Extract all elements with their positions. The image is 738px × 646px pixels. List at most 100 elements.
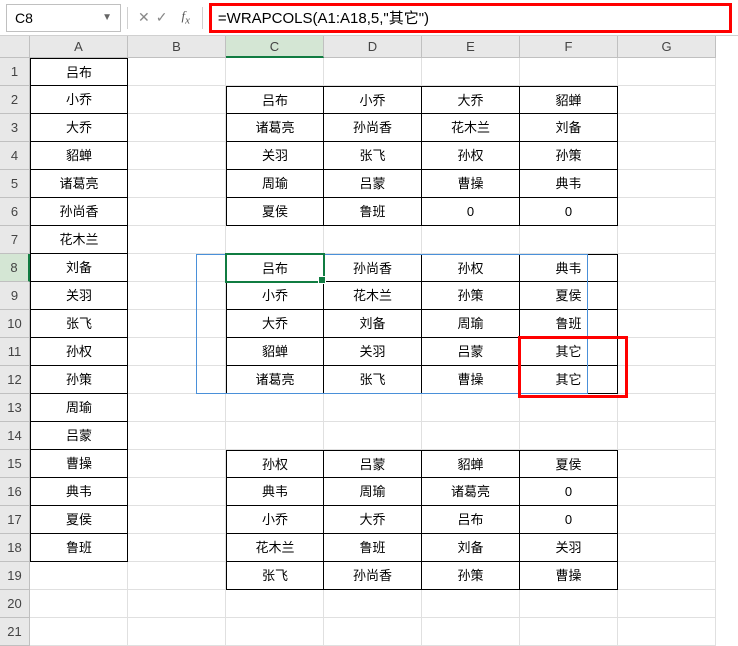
cell-F19[interactable]: 曹操: [520, 562, 618, 590]
cell-C18[interactable]: 花木兰: [226, 534, 324, 562]
cell-A1[interactable]: 吕布: [30, 58, 128, 86]
cell-F16[interactable]: 0: [520, 478, 618, 506]
row-header-4[interactable]: 4: [0, 142, 30, 170]
cell-E4[interactable]: 孙权: [422, 142, 520, 170]
cell-B11[interactable]: [128, 338, 226, 366]
cell-B20[interactable]: [128, 590, 226, 618]
cell-G15[interactable]: [618, 450, 716, 478]
cell-F9[interactable]: 夏侯: [520, 282, 618, 310]
cell-D17[interactable]: 大乔: [324, 506, 422, 534]
row-header-20[interactable]: 20: [0, 590, 30, 618]
cell-A16[interactable]: 典韦: [30, 478, 128, 506]
cell-A18[interactable]: 鲁班: [30, 534, 128, 562]
row-header-8[interactable]: 8: [0, 254, 30, 282]
cell-G12[interactable]: [618, 366, 716, 394]
cell-C5[interactable]: 周瑜: [226, 170, 324, 198]
accept-icon[interactable]: ✓: [156, 9, 168, 26]
column-header-D[interactable]: D: [324, 36, 422, 58]
cell-F21[interactable]: [520, 618, 618, 646]
row-header-6[interactable]: 6: [0, 198, 30, 226]
cell-G10[interactable]: [618, 310, 716, 338]
row-header-2[interactable]: 2: [0, 86, 30, 114]
row-header-1[interactable]: 1: [0, 58, 30, 86]
cell-E19[interactable]: 孙策: [422, 562, 520, 590]
cell-G1[interactable]: [618, 58, 716, 86]
column-header-B[interactable]: B: [128, 36, 226, 58]
row-header-9[interactable]: 9: [0, 282, 30, 310]
cell-A20[interactable]: [30, 590, 128, 618]
cell-D2[interactable]: 小乔: [324, 86, 422, 114]
cell-D4[interactable]: 张飞: [324, 142, 422, 170]
cell-A2[interactable]: 小乔: [30, 86, 128, 114]
column-header-C[interactable]: C: [226, 36, 324, 58]
cell-B15[interactable]: [128, 450, 226, 478]
select-all-corner[interactable]: [0, 36, 30, 58]
cell-C15[interactable]: 孙权: [226, 450, 324, 478]
cell-B10[interactable]: [128, 310, 226, 338]
cell-G19[interactable]: [618, 562, 716, 590]
row-header-21[interactable]: 21: [0, 618, 30, 646]
cell-F10[interactable]: 鲁班: [520, 310, 618, 338]
cell-B6[interactable]: [128, 198, 226, 226]
cell-C13[interactable]: [226, 394, 324, 422]
cell-C20[interactable]: [226, 590, 324, 618]
cell-F15[interactable]: 夏侯: [520, 450, 618, 478]
cell-F6[interactable]: 0: [520, 198, 618, 226]
cell-G21[interactable]: [618, 618, 716, 646]
row-header-5[interactable]: 5: [0, 170, 30, 198]
cell-G9[interactable]: [618, 282, 716, 310]
cell-E3[interactable]: 花木兰: [422, 114, 520, 142]
cell-D18[interactable]: 鲁班: [324, 534, 422, 562]
cell-D16[interactable]: 周瑜: [324, 478, 422, 506]
cell-E6[interactable]: 0: [422, 198, 520, 226]
cell-C1[interactable]: [226, 58, 324, 86]
cell-F1[interactable]: [520, 58, 618, 86]
cell-E9[interactable]: 孙策: [422, 282, 520, 310]
cell-A21[interactable]: [30, 618, 128, 646]
cell-A8[interactable]: 刘备: [30, 254, 128, 282]
cell-grid[interactable]: 吕布小乔吕布小乔大乔貂蝉大乔诸葛亮孙尚香花木兰刘备貂蝉关羽张飞孙权孙策诸葛亮周瑜…: [30, 58, 716, 646]
column-header-F[interactable]: F: [520, 36, 618, 58]
row-header-18[interactable]: 18: [0, 534, 30, 562]
cell-D20[interactable]: [324, 590, 422, 618]
cell-G18[interactable]: [618, 534, 716, 562]
cell-E21[interactable]: [422, 618, 520, 646]
cell-D10[interactable]: 刘备: [324, 310, 422, 338]
cell-E17[interactable]: 吕布: [422, 506, 520, 534]
cell-C6[interactable]: 夏侯: [226, 198, 324, 226]
cell-E18[interactable]: 刘备: [422, 534, 520, 562]
row-header-14[interactable]: 14: [0, 422, 30, 450]
cell-E20[interactable]: [422, 590, 520, 618]
cell-B17[interactable]: [128, 506, 226, 534]
cell-C21[interactable]: [226, 618, 324, 646]
cell-D15[interactable]: 吕蒙: [324, 450, 422, 478]
cell-A5[interactable]: 诸葛亮: [30, 170, 128, 198]
cell-D12[interactable]: 张飞: [324, 366, 422, 394]
cell-E1[interactable]: [422, 58, 520, 86]
formula-input[interactable]: =WRAPCOLS(A1:A18,5,"其它"): [209, 3, 732, 33]
cell-C19[interactable]: 张飞: [226, 562, 324, 590]
cell-D8[interactable]: 孙尚香: [324, 254, 422, 282]
column-header-G[interactable]: G: [618, 36, 716, 58]
column-header-A[interactable]: A: [30, 36, 128, 58]
cell-F12[interactable]: 其它: [520, 366, 618, 394]
cell-B2[interactable]: [128, 86, 226, 114]
cell-A17[interactable]: 夏侯: [30, 506, 128, 534]
cell-B3[interactable]: [128, 114, 226, 142]
cell-C10[interactable]: 大乔: [226, 310, 324, 338]
cell-E15[interactable]: 貂蝉: [422, 450, 520, 478]
row-header-15[interactable]: 15: [0, 450, 30, 478]
cell-C12[interactable]: 诸葛亮: [226, 366, 324, 394]
cell-D5[interactable]: 吕蒙: [324, 170, 422, 198]
cell-A19[interactable]: [30, 562, 128, 590]
cell-C3[interactable]: 诸葛亮: [226, 114, 324, 142]
cell-C7[interactable]: [226, 226, 324, 254]
cell-F5[interactable]: 典韦: [520, 170, 618, 198]
cell-E14[interactable]: [422, 422, 520, 450]
row-header-11[interactable]: 11: [0, 338, 30, 366]
cell-B18[interactable]: [128, 534, 226, 562]
cell-C9[interactable]: 小乔: [226, 282, 324, 310]
cell-D3[interactable]: 孙尚香: [324, 114, 422, 142]
cell-C14[interactable]: [226, 422, 324, 450]
cell-G16[interactable]: [618, 478, 716, 506]
